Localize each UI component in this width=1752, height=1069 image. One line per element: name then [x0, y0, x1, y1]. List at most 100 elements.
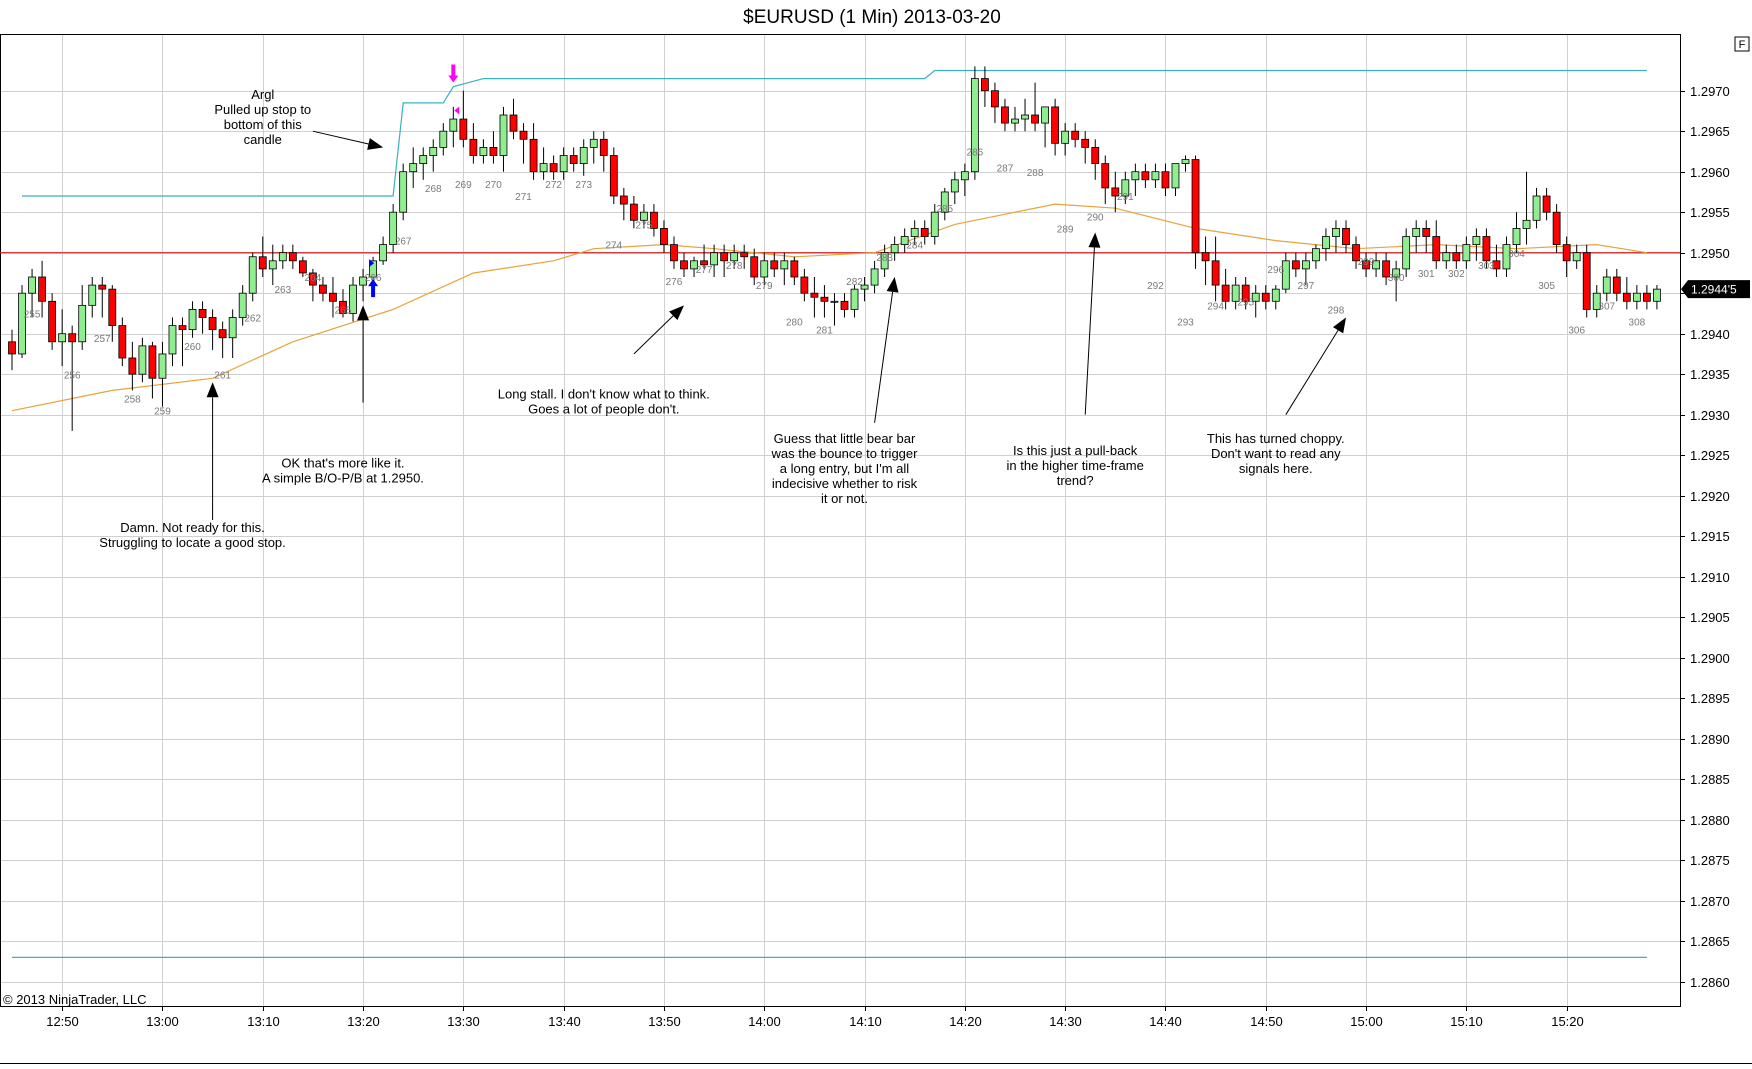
candle-body: [1442, 252, 1451, 262]
candle-body: [128, 357, 137, 375]
bar-number-label: 281: [816, 326, 833, 337]
candle-body: [248, 256, 257, 294]
x-tick-label: 14:10: [849, 1014, 882, 1029]
candle-body: [228, 317, 237, 339]
y-tick-label: 1.2890: [1690, 732, 1730, 747]
y-tick-label: 1.2950: [1690, 246, 1730, 261]
candle-body: [1312, 248, 1320, 262]
candle-body: [1552, 211, 1561, 245]
y-tick-label: 1.2875: [1690, 853, 1730, 868]
candle-body: [409, 163, 418, 173]
candle-body: [118, 325, 127, 359]
candle-body: [519, 130, 528, 140]
x-tick-label: 12:50: [46, 1014, 79, 1029]
candle-body: [469, 138, 478, 156]
corner-button[interactable]: F: [1734, 36, 1750, 52]
y-tick-label: 1.2925: [1690, 448, 1730, 463]
candle-body: [1622, 292, 1631, 302]
bar-number-label: 292: [1147, 281, 1164, 292]
annotation-text: indecisive whether to risk: [772, 476, 918, 491]
candle-body: [810, 292, 819, 298]
candle-body: [1201, 252, 1210, 262]
candle-body: [459, 118, 468, 140]
candle-body: [1181, 159, 1190, 165]
candle-body: [1572, 252, 1581, 262]
candle-body: [1221, 284, 1230, 302]
y-tick-label: 1.2965: [1690, 124, 1730, 139]
bar-number-label: 295: [1237, 297, 1254, 308]
annotation-text: Struggling to locate a good stop.: [99, 535, 285, 550]
candle-body: [1642, 292, 1651, 302]
bar-number-label: 308: [1629, 318, 1646, 329]
candle-body: [278, 252, 287, 262]
candle-body: [98, 284, 107, 290]
candle-body: [1402, 236, 1411, 270]
bar-number-label: 299: [1358, 257, 1375, 268]
bar-number-label: 304: [1508, 249, 1525, 260]
bar-number-label: 296: [1267, 265, 1284, 276]
candle-body: [489, 146, 498, 156]
bar-number-label: 303: [1478, 261, 1495, 272]
bar-number-label: 257: [94, 334, 111, 345]
x-tick-label: 13:20: [347, 1014, 380, 1029]
bar-number-label: 263: [274, 285, 291, 296]
y-tick-label: 1.2955: [1690, 205, 1730, 220]
bar-number-label: 298: [1328, 305, 1345, 316]
candle-body: [138, 345, 147, 375]
bar-number-label: 301: [1418, 269, 1435, 280]
annotation-text: a long entry, but I'm all: [780, 461, 910, 476]
candle-body: [579, 146, 588, 164]
candle-body: [1101, 163, 1110, 189]
bar-number-label: 269: [455, 180, 472, 191]
candle-body: [720, 252, 729, 262]
candle-body: [1512, 227, 1521, 245]
candle-body: [1452, 252, 1461, 262]
candle-body: [1141, 171, 1150, 181]
candle-body: [780, 260, 789, 270]
bar-number-label: 277: [696, 265, 713, 276]
bar-number-label: 271: [515, 192, 532, 203]
bar-number-label: 264: [305, 273, 322, 284]
candle-body: [760, 260, 769, 278]
bar-number-label: 283: [876, 253, 893, 264]
y-tick-label: 1.2885: [1690, 772, 1730, 787]
candle-body: [1071, 130, 1080, 140]
candle-body: [981, 78, 989, 92]
candle-body: [629, 203, 638, 221]
annotation-text: it or not.: [821, 491, 868, 506]
candle-body: [750, 256, 759, 278]
candle-body: [609, 155, 618, 197]
bar-number-label: 297: [1298, 281, 1315, 292]
bar-number-label: 306: [1568, 326, 1585, 337]
price-label: 1.2944'5: [1681, 280, 1750, 299]
candle-body: [950, 179, 959, 193]
candle-body: [1602, 276, 1611, 294]
candle-body: [840, 300, 849, 310]
candle-body: [319, 284, 327, 294]
annotation-text: Don't want to read any: [1211, 446, 1341, 461]
x-tick-label: 13:30: [447, 1014, 480, 1029]
candle-body: [1061, 130, 1070, 144]
candle-body: [48, 300, 57, 343]
candle-body: [479, 146, 488, 156]
candle-body: [419, 155, 428, 164]
bar-number-label: 287: [997, 164, 1014, 175]
candle-body: [8, 341, 16, 355]
annotation-text: was the bounce to trigger: [770, 446, 918, 461]
candle-body: [1653, 288, 1661, 302]
candle-body: [168, 325, 177, 355]
candle-body: [910, 227, 919, 237]
candle-body: [850, 288, 859, 310]
y-tick-label: 1.2930: [1690, 408, 1730, 423]
annotation-text: bottom of this: [224, 117, 303, 132]
corner-button-label[interactable]: F: [1739, 39, 1746, 51]
annotation-text: Guess that little bear bar: [774, 431, 916, 446]
candle-body: [660, 227, 668, 245]
bar-number-label: 273: [575, 180, 592, 191]
y-tick-label: 1.2935: [1690, 367, 1730, 382]
candle-body: [329, 292, 337, 302]
annotation-text: This has turned choppy.: [1207, 431, 1345, 446]
candle-body: [1432, 236, 1441, 262]
y-tick-label: 1.2915: [1690, 529, 1730, 544]
bar-number-label: 259: [154, 407, 171, 418]
